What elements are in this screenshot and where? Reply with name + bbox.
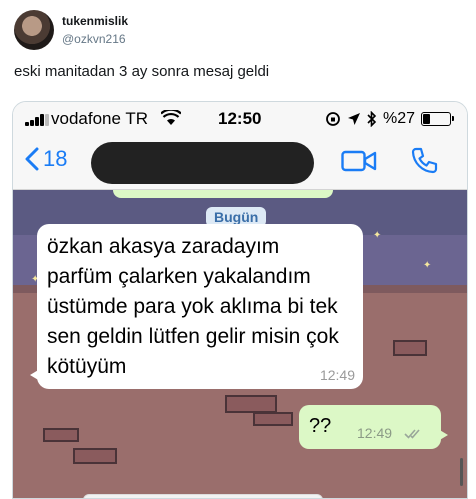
incoming-message[interactable]: özkan akasya zaradayım parfüm çalarken y… (30, 224, 363, 389)
status-indicators: %27 (325, 109, 454, 129)
location-icon (347, 113, 360, 125)
signal-strength-icon (25, 114, 49, 126)
wallpaper-star: ✦ (423, 260, 432, 271)
outgoing-message[interactable]: ?? 12:49 (299, 405, 448, 449)
scrollbar[interactable] (460, 458, 463, 486)
voice-call-icon[interactable] (409, 146, 439, 176)
battery-percent: %27 (382, 110, 415, 127)
wallpaper-brick (253, 412, 293, 426)
incoming-message-time: 12:49 (319, 367, 355, 383)
tweet-header: tukenmislik @ozkvn216 (14, 10, 454, 54)
back-button[interactable]: 18 (25, 146, 67, 172)
chat-header: 18 (13, 136, 467, 190)
incoming-message-text: özkan akasya zaradayım parfüm çalarken y… (47, 235, 339, 378)
status-bar: vodafone TR 12:50 %27 (13, 102, 467, 136)
video-call-icon[interactable] (341, 149, 377, 173)
user-handle[interactable]: @ozkvn216 (62, 32, 126, 46)
status-time: 12:50 (218, 109, 262, 128)
double-check-icon (404, 429, 420, 439)
carrier-name: vodafone TR (51, 109, 149, 128)
attached-screenshot[interactable]: vodafone TR 12:50 %27 18 ✦ ✦ ✦ Bugün özk… (12, 101, 468, 499)
unread-count: 18 (43, 146, 68, 171)
wallpaper-brick (225, 395, 277, 413)
input-bar-edge (83, 494, 323, 498)
chat-area[interactable]: ✦ ✦ ✦ Bugün özkan akasya zaradayım parfü… (13, 190, 467, 498)
outgoing-message-time: 12:49 (357, 425, 393, 441)
rotation-lock-icon (326, 112, 340, 126)
battery-level (423, 114, 430, 124)
battery-icon (421, 112, 454, 126)
outgoing-message-text: ?? (309, 415, 332, 437)
tweet-text: eski manitadan 3 ay sonra mesaj geldi (14, 63, 270, 80)
wallpaper-brick (73, 448, 117, 464)
display-name[interactable]: tukenmislik (62, 14, 128, 28)
bluetooth-icon (367, 111, 377, 127)
contact-name-redacted[interactable] (91, 142, 314, 184)
chevron-left-icon (25, 147, 39, 171)
wifi-icon (161, 110, 181, 125)
wallpaper-brick (393, 340, 427, 356)
wallpaper-brick (43, 428, 79, 442)
avatar[interactable] (14, 10, 54, 50)
wallpaper-star: ✦ (373, 230, 382, 241)
previous-message-bubble (113, 190, 333, 198)
